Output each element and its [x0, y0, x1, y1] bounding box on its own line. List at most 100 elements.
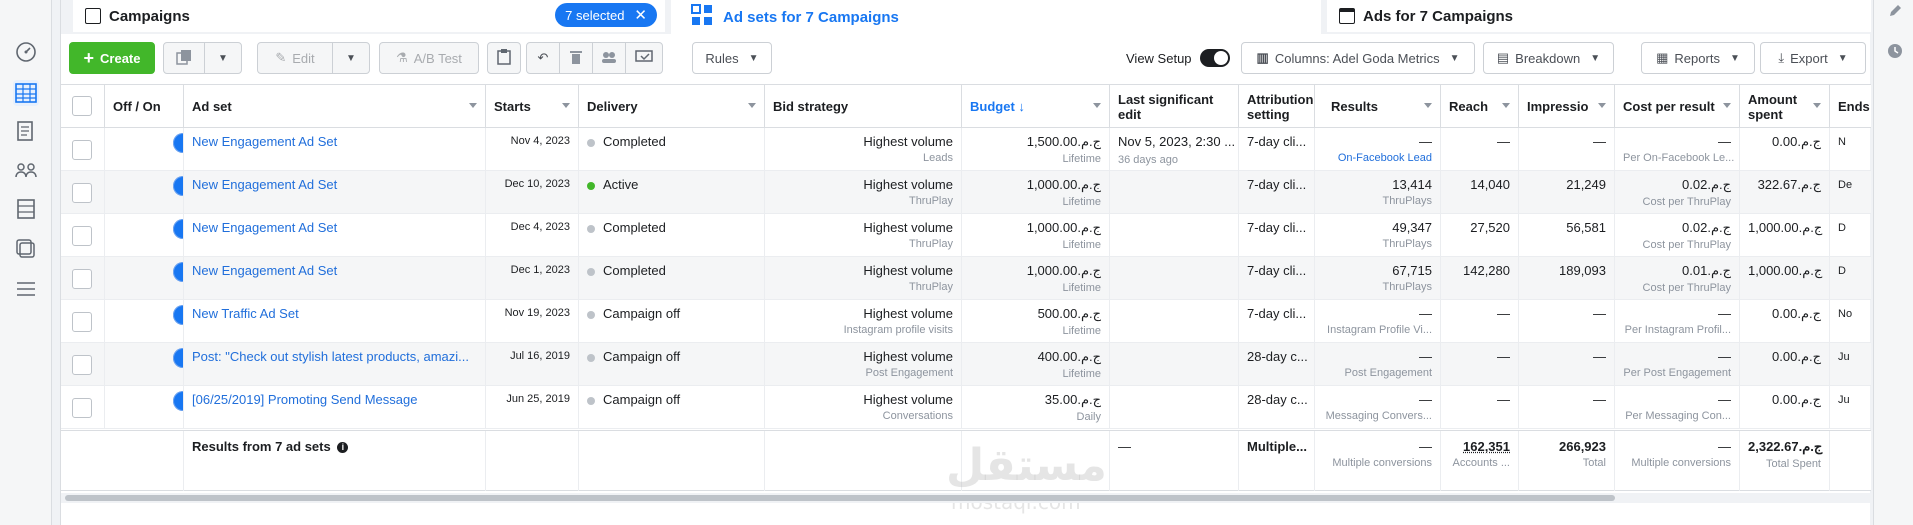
budget-cell[interactable]: ج.م.35.00 Daily [962, 386, 1110, 429]
header-bid-strategy[interactable]: Bid strategy [765, 85, 962, 128]
reports-dropdown[interactable]: ▦ Reports ▼ [1641, 42, 1755, 74]
clipboard-button[interactable] [487, 42, 521, 74]
row-checkbox[interactable] [72, 355, 92, 375]
budget-cell[interactable]: ج.م.400.00 Lifetime [962, 343, 1110, 386]
budget-cell[interactable]: ج.م.1,500.00 Lifetime [962, 128, 1110, 171]
row-on-off-toggle[interactable] [173, 348, 183, 368]
duplicate-dropdown-button[interactable]: ▼ [204, 42, 242, 74]
adset-name-link[interactable]: Post: "Check out stylish latest products… [192, 349, 469, 364]
row-on-off-toggle[interactable] [173, 305, 183, 325]
adset-name-link[interactable]: New Engagement Ad Set [192, 177, 337, 192]
table-row[interactable]: [06/25/2019] Promoting Send Message Jun 2… [61, 386, 1871, 429]
adset-name-cell: New Traffic Ad Set [184, 300, 486, 343]
pages-document-icon[interactable] [13, 118, 39, 144]
header-ends[interactable]: Ends [1830, 85, 1871, 128]
table-row[interactable]: Post: "Check out stylish latest products… [61, 343, 1871, 386]
row-on-off-toggle[interactable] [173, 219, 183, 239]
ab-test-button[interactable]: ⚗ A/B Test [379, 42, 479, 74]
row-checkbox[interactable] [72, 140, 92, 160]
header-impressions[interactable]: Impressio [1519, 85, 1615, 128]
dashboard-gauge-icon[interactable] [13, 39, 39, 65]
header-starts[interactable]: Starts [486, 85, 579, 128]
preview-button[interactable] [625, 42, 663, 74]
row-select-cell [61, 171, 105, 214]
adset-name-link[interactable]: New Engagement Ad Set [192, 263, 337, 278]
row-checkbox[interactable] [72, 312, 92, 332]
clear-selection-close-icon[interactable]: ✕ [634, 6, 647, 24]
breakdown-dropdown[interactable]: ▤ Breakdown ▼ [1483, 42, 1614, 74]
row-checkbox[interactable] [72, 398, 92, 418]
row-checkbox[interactable] [72, 269, 92, 289]
table-row[interactable]: New Engagement Ad Set Nov 4, 2023 Complete… [61, 128, 1871, 171]
select-all-checkbox[interactable] [72, 96, 92, 116]
row-toggle-cell [105, 343, 184, 386]
header-offon[interactable]: Off / On [105, 85, 184, 128]
adset-name-link[interactable]: New Engagement Ad Set [192, 134, 337, 149]
cost-per-result-cell: — Per On-Facebook Le... [1615, 128, 1740, 171]
delivery-cell: Campaign off [579, 386, 765, 429]
budget-cell[interactable]: ج.م.500.00 Lifetime [962, 300, 1110, 343]
view-setup-toggle[interactable]: View Setup [1126, 49, 1230, 67]
row-on-off-toggle[interactable] [173, 176, 183, 196]
duplicate-button[interactable] [163, 42, 205, 74]
header-attribution[interactable]: Attribution setting [1239, 85, 1315, 128]
rules-button[interactable]: Rules ▼ [692, 42, 772, 74]
budget-cell[interactable]: ج.م.1,000.00 Lifetime [962, 257, 1110, 300]
row-on-off-toggle[interactable] [173, 391, 183, 411]
amount-spent-cell: ج.م.0.00 [1740, 386, 1830, 429]
billing-stack-icon[interactable] [13, 196, 39, 222]
header-adset[interactable]: Ad set [184, 85, 486, 128]
adset-name-link[interactable]: [06/25/2019] Promoting Send Message [192, 392, 417, 407]
tab-adsets[interactable]: Ad sets for 7 Campaigns [671, 0, 1321, 34]
catalog-layers-icon[interactable] [13, 236, 39, 262]
header-amount-spent[interactable]: Amount spent [1740, 85, 1830, 128]
header-last-edit[interactable]: Last significant edit [1110, 85, 1239, 128]
header-delivery[interactable]: Delivery [579, 85, 765, 128]
undo-button[interactable]: ↶ [526, 42, 560, 74]
preview-monitor-icon [635, 49, 653, 67]
selected-count-chip[interactable]: 7 selected ✕ [555, 3, 657, 27]
row-checkbox[interactable] [72, 226, 92, 246]
row-checkbox[interactable] [72, 183, 92, 203]
row-on-off-toggle[interactable] [173, 262, 183, 282]
results-value: — [1419, 392, 1432, 407]
horizontal-scrollbar-thumb[interactable] [65, 495, 1615, 501]
edit-button[interactable]: ✎ Edit [257, 42, 333, 74]
all-tools-menu-icon[interactable] [13, 276, 39, 302]
view-setup-switch[interactable] [1199, 49, 1230, 67]
header-reach[interactable]: Reach [1441, 85, 1519, 128]
info-icon[interactable]: i [337, 442, 349, 454]
pencil-edit-icon[interactable] [1886, 2, 1904, 20]
table-row[interactable]: New Engagement Ad Set Dec 4, 2023 Complete… [61, 214, 1871, 257]
columns-dropdown[interactable]: ▥ Columns: Adel Goda Metrics ▼ [1241, 42, 1475, 74]
audiences-people-icon[interactable] [13, 157, 39, 183]
header-budget[interactable]: Budget ↓ [962, 85, 1110, 128]
budget-cell[interactable]: ج.م.1,000.00 Lifetime [962, 171, 1110, 214]
tab-campaigns[interactable]: Campaigns 7 selected ✕ [73, 0, 665, 32]
delete-button[interactable] [559, 42, 593, 74]
adset-name-link[interactable]: New Traffic Ad Set [192, 306, 299, 321]
ads-manager-table-icon[interactable] [13, 80, 39, 106]
ends-cell: Ju [1830, 343, 1871, 386]
adset-name-cell: New Engagement Ad Set [184, 257, 486, 300]
amount-spent-cell: ج.م.1,000.00 [1740, 257, 1830, 300]
history-clock-icon[interactable] [1886, 42, 1904, 60]
create-button[interactable]: + Create [69, 42, 155, 74]
adset-name-link[interactable]: New Engagement Ad Set [192, 220, 337, 235]
table-row[interactable]: New Engagement Ad Set Dec 1, 2023 Complete… [61, 257, 1871, 300]
audience-button[interactable] [592, 42, 626, 74]
table-row[interactable]: New Traffic Ad Set Nov 19, 2023 Campaign o… [61, 300, 1871, 343]
row-on-off-toggle[interactable] [173, 133, 183, 153]
budget-cell[interactable]: ج.م.1,000.00 Lifetime [962, 214, 1110, 257]
header-results[interactable]: Results [1315, 85, 1441, 128]
export-dropdown[interactable]: ⤓ Export ▼ [1760, 42, 1866, 74]
edit-dropdown-button[interactable]: ▼ [332, 42, 370, 74]
header-cost-per-result[interactable]: Cost per result [1615, 85, 1740, 128]
tab-ads[interactable]: Ads for 7 Campaigns [1327, 0, 1871, 32]
delivery-cell: Completed [579, 214, 765, 257]
table-row[interactable]: New Engagement Ad Set Dec 10, 2023 Active H… [61, 171, 1871, 214]
ends-cell: Ju [1830, 386, 1871, 429]
row-select-cell [61, 386, 105, 429]
last-edit-value: Nov 5, 2023, 2:30 ... [1118, 134, 1236, 149]
reach-cell: 142,280 [1441, 257, 1519, 300]
